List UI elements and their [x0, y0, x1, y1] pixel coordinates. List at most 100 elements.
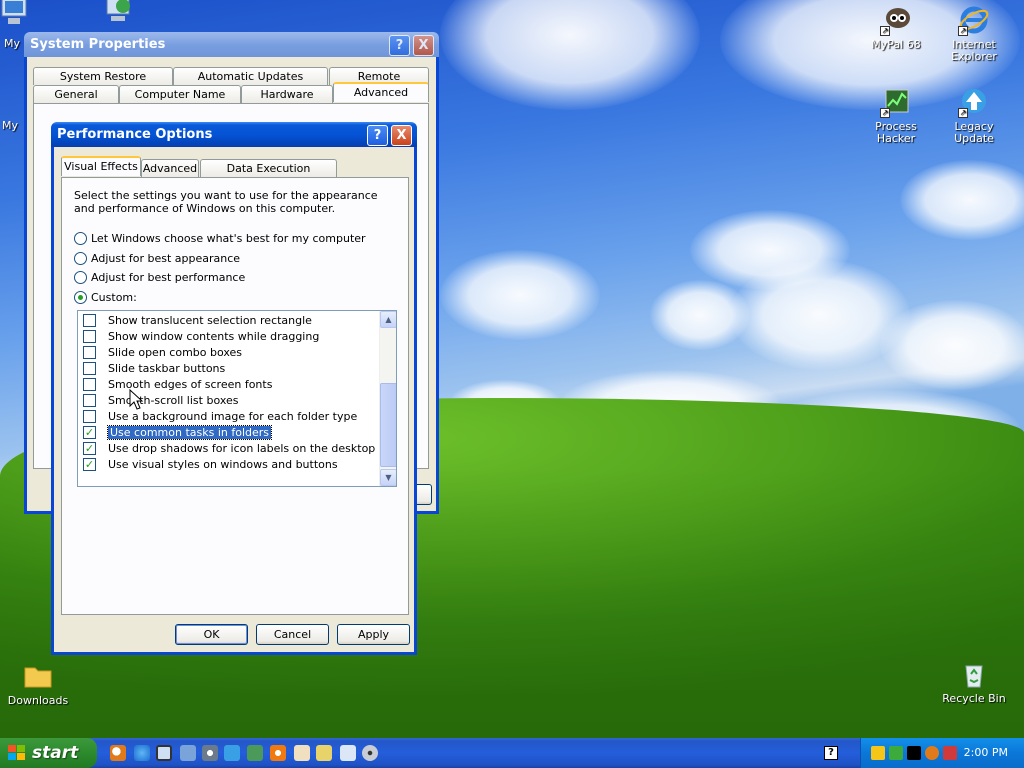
effect-label: Show translucent selection rectangle [108, 313, 312, 327]
help-button[interactable]: ? [389, 35, 410, 56]
search-icon[interactable] [110, 745, 126, 761]
scroll-thumb[interactable] [380, 383, 396, 467]
network-icon [101, 0, 133, 28]
tab-advanced[interactable]: Advanced [141, 159, 199, 177]
effect-label: Slide open combo boxes [108, 345, 243, 359]
checkbox[interactable] [83, 329, 96, 343]
recycle-bin-icon [958, 658, 990, 690]
effect-list-item[interactable]: Smooth edges of screen fonts [83, 376, 272, 392]
clock[interactable]: 2:00 PM [964, 738, 1008, 768]
radio-label: Let Windows choose what's best for my co… [91, 231, 366, 245]
desktop-icon-my-network[interactable] [77, 0, 157, 31]
help-icon[interactable]: ? [824, 746, 838, 760]
effect-list-item[interactable]: Show window contents while dragging [83, 328, 319, 344]
tab-automatic-updates[interactable]: Automatic Updates [173, 67, 328, 85]
performance-options-dialog[interactable]: Performance Options ? X Visual Effects A… [51, 122, 417, 655]
media-player-icon[interactable] [270, 745, 286, 761]
checkbox-checked[interactable]: ✓ [83, 425, 96, 439]
cancel-button[interactable]: Cancel [256, 624, 329, 645]
desktop-icon-process-hacker[interactable]: ↗ Process Hacker [856, 86, 936, 145]
effect-list-item[interactable]: ✓ Use drop shadows for icon labels on the… [83, 440, 375, 456]
checkbox[interactable] [83, 313, 96, 327]
antivirus-icon[interactable] [943, 746, 957, 760]
desktop-icon[interactable] [156, 745, 172, 761]
desktop-icon-my-computer[interactable]: My [0, 0, 54, 50]
effect-list-item[interactable]: Smooth-scroll list boxes [83, 392, 239, 408]
system-properties-titlebar[interactable]: System Properties ? X [24, 32, 439, 57]
desktop-icon-downloads[interactable]: Downloads [0, 660, 78, 707]
checkbox[interactable] [83, 345, 96, 359]
desktop-icon-label: Process Hacker [875, 120, 917, 145]
settings-icon[interactable] [202, 745, 218, 761]
radio-circle-selected [74, 290, 87, 304]
hand-icon[interactable] [294, 745, 310, 761]
ok-button[interactable]: OK [175, 624, 248, 645]
close-button[interactable]: X [413, 35, 434, 56]
effect-label: Use a background image for each folder t… [108, 409, 358, 423]
search-tray-icon[interactable] [925, 746, 939, 760]
checkbox-checked[interactable]: ✓ [83, 457, 96, 471]
windows-logo-icon [8, 745, 26, 761]
cloud [440, 250, 600, 340]
start-button[interactable]: start [0, 738, 97, 768]
apply-button[interactable]: Apply [337, 624, 410, 645]
shortcut-arrow-icon: ↗ [880, 108, 890, 118]
effect-list-item[interactable]: Show translucent selection rectangle [83, 312, 312, 328]
checkbox-checked[interactable]: ✓ [83, 441, 96, 455]
desktop-icon-recycle-bin[interactable]: Recycle Bin [934, 658, 1014, 705]
radio-best-appearance[interactable]: Adjust for best appearance [74, 250, 240, 266]
desktop-icon-label: Recycle Bin [942, 692, 1006, 705]
shortcut-arrow-icon: ↗ [958, 26, 968, 36]
security-shield-icon[interactable] [871, 746, 885, 760]
radio-best-performance[interactable]: Adjust for best performance [74, 269, 245, 285]
mypal-icon: ↗ [880, 4, 912, 36]
shortcut-arrow-icon: ↗ [880, 26, 890, 36]
radio-custom[interactable]: Custom: [74, 289, 137, 305]
visual-effects-list[interactable]: Show translucent selection rectangle Show… [77, 310, 397, 487]
tab-computer-name[interactable]: Computer Name [119, 85, 241, 103]
performance-options-titlebar[interactable]: Performance Options ? X [51, 122, 417, 147]
my-computer-icon [0, 0, 30, 30]
close-button[interactable]: X [391, 125, 412, 146]
radio-let-windows-choose[interactable]: Let Windows choose what's best for my co… [74, 230, 366, 246]
desktop-icon-internet-explorer[interactable]: ↗ Internet Explorer [934, 4, 1014, 63]
tab-visual-effects[interactable]: Visual Effects [61, 156, 141, 176]
window-title: System Properties [30, 37, 166, 52]
tab-system-restore[interactable]: System Restore [33, 67, 173, 85]
desktop-icon-mypal[interactable]: ↗ MyPal 68 [856, 4, 936, 51]
effect-list-item[interactable]: Use a background image for each folder t… [83, 408, 357, 424]
help-button[interactable]: ? [367, 125, 388, 146]
effect-label: Use common tasks in folders [106, 424, 273, 440]
tab-data-execution-prevention[interactable]: Data Execution Prevention [200, 159, 337, 192]
checkbox[interactable] [83, 393, 96, 407]
tab-general[interactable]: General [33, 85, 119, 103]
desktop-icon-legacy-update[interactable]: ↗ Legacy Update [934, 86, 1014, 145]
tab-advanced[interactable]: Advanced [333, 82, 429, 102]
users-icon[interactable] [247, 745, 263, 761]
network-status-icon[interactable] [889, 746, 903, 760]
effect-list-item[interactable]: Slide open combo boxes [83, 344, 242, 360]
checkbox[interactable] [83, 377, 96, 391]
update-icon[interactable] [224, 745, 240, 761]
desktop-icon-label: Legacy Update [954, 120, 994, 145]
effect-list-item[interactable]: Slide taskbar buttons [83, 360, 225, 376]
desktop-icon-label: Internet Explorer [951, 38, 997, 63]
cloud [900, 160, 1024, 240]
checkbox[interactable] [83, 361, 96, 375]
document-icon[interactable] [340, 745, 356, 761]
effect-list-item[interactable]: ✓ Use common tasks in folders [83, 424, 273, 440]
disc-icon[interactable] [362, 745, 378, 761]
taskbar: start ? 2:00 PM [0, 738, 1024, 768]
internet-explorer-icon[interactable] [134, 745, 150, 761]
checkbox[interactable] [83, 409, 96, 423]
effect-label: Slide taskbar buttons [108, 361, 226, 375]
radio-circle [74, 270, 87, 284]
keyboard-icon[interactable] [316, 745, 332, 761]
tab-hardware[interactable]: Hardware [241, 85, 333, 103]
scroll-down-button[interactable]: ▼ [380, 469, 396, 486]
network-icon[interactable] [180, 745, 196, 761]
list-scrollbar[interactable]: ▲ ▼ [379, 311, 396, 486]
scroll-up-button[interactable]: ▲ [380, 311, 396, 328]
terminal-icon[interactable] [907, 746, 921, 760]
effect-list-item[interactable]: ✓ Use visual styles on windows and button… [83, 456, 338, 472]
